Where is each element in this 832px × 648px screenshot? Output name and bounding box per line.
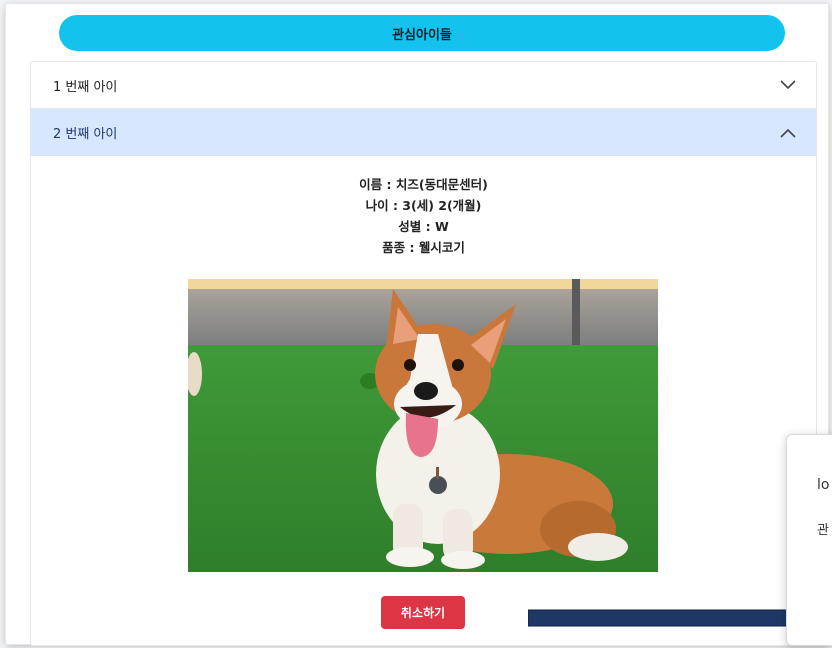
pet-gender: 성별 : W — [398, 219, 449, 234]
pet-info: 이름 : 치즈(동대문센터) 나이 : 3(세) 2(개월) 성별 : W 품종… — [31, 174, 816, 258]
accordion-item-1-header[interactable]: 1 번째 아이 — [31, 62, 816, 109]
chevron-up-icon — [780, 128, 796, 138]
corgi-illustration — [188, 279, 658, 572]
popup-title: lo — [817, 477, 830, 493]
favorite-kids-panel: 관심아이들 1 번째 아이 2 번째 아이 이름 : 치즈(동대문센터) 나이 … — [6, 4, 828, 646]
pet-age: 나이 : 3(세) 2(개월) — [365, 198, 482, 213]
accordion-item-2-label: 2 번째 아이 — [53, 127, 118, 142]
pet-breed: 품종 : 웰시코기 — [382, 240, 465, 255]
popup-dialog: lo 관 — [786, 434, 832, 646]
section-title: 관심아이들 — [59, 15, 785, 51]
chevron-down-icon — [780, 80, 796, 90]
pet-name: 이름 : 치즈(동대문센터) — [359, 177, 488, 192]
kids-accordion: 1 번째 아이 2 번째 아이 이름 : 치즈(동대문센터) 나이 : 3(세)… — [30, 61, 817, 646]
accordion-item-1-label: 1 번째 아이 — [53, 79, 118, 95]
accordion-item-2-body: 이름 : 치즈(동대문센터) 나이 : 3(세) 2(개월) 성별 : W 품종… — [31, 156, 816, 644]
cancel-button[interactable]: 취소하기 — [381, 596, 465, 629]
accordion-item-2-header[interactable]: 2 번째 아이 — [31, 109, 816, 156]
popup-message: 관 — [817, 523, 829, 538]
corgi-photo — [188, 279, 658, 572]
